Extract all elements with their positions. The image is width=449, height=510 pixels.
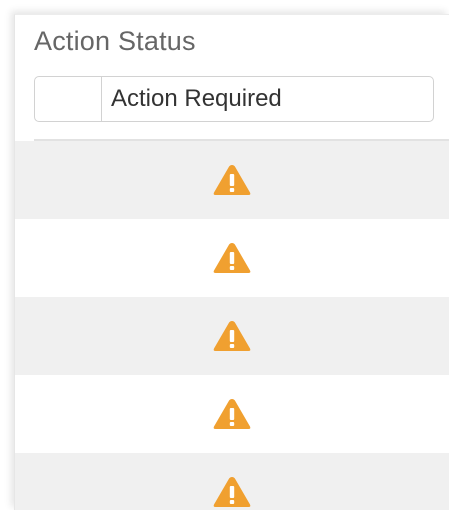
warning-triangle-icon	[213, 477, 250, 507]
table-row[interactable]	[15, 141, 449, 219]
filter-operator-button[interactable]	[35, 77, 102, 121]
table-row[interactable]	[15, 297, 449, 375]
warning-triangle-icon	[213, 321, 250, 351]
table-row[interactable]	[15, 375, 449, 453]
warning-triangle-icon	[213, 165, 250, 195]
table-row[interactable]	[15, 453, 449, 510]
filter-value-field[interactable]: Action Required	[102, 77, 433, 121]
column-header-title[interactable]: Action Status	[34, 25, 196, 57]
warning-triangle-icon	[213, 243, 250, 273]
action-status-column: Action Status Action Required	[14, 14, 449, 510]
warning-triangle-icon	[213, 399, 250, 429]
column-filter[interactable]: Action Required	[34, 76, 434, 122]
table-rows	[15, 141, 449, 510]
table-row[interactable]	[15, 219, 449, 297]
